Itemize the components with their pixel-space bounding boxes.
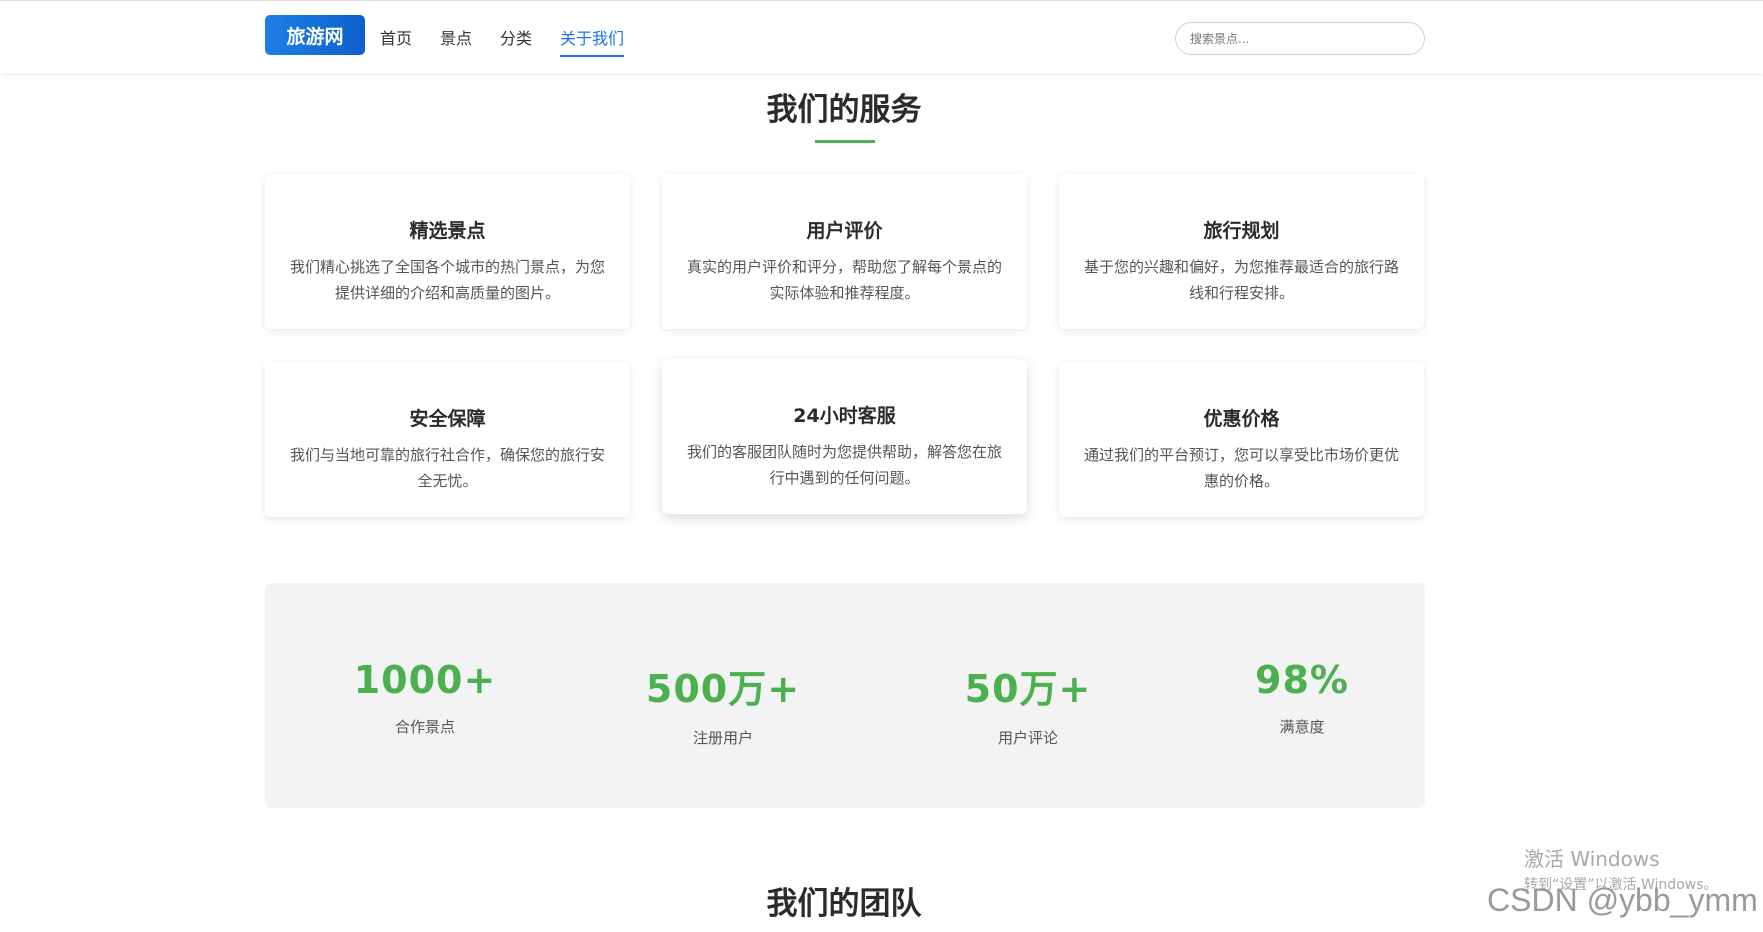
services-title: 我们的服务 xyxy=(766,92,922,128)
service-card: 用户评价 真实的用户评价和评分，帮助您了解每个景点的实际体验和推荐程度。 xyxy=(662,174,1027,329)
service-card-title: 24小时客服 xyxy=(793,405,896,427)
service-card-title: 优惠价格 xyxy=(1203,408,1280,430)
service-card-desc: 通过我们的平台预订，您可以享受比市场价更优惠的价格。 xyxy=(1083,446,1399,490)
nav-item-home[interactable]: 首页 xyxy=(380,25,412,57)
team-title: 我们的团队 xyxy=(766,886,922,922)
stat-label: 用户评论 xyxy=(997,729,1058,747)
service-card: 精选景点 我们精心挑选了全国各个城市的热门景点，为您提供详细的介绍和高质量的图片… xyxy=(265,174,630,329)
stats-panel: 1000+ 合作景点 500万+ 注册用户 50万+ 用户评论 98% 满意度 xyxy=(265,583,1425,808)
service-card-desc: 我们的客服团队随时为您提供帮助，解答您在旅行中遇到的任何问题。 xyxy=(686,443,1002,487)
main-nav: 首页 景点 分类 关于我们 xyxy=(380,25,625,57)
service-card-desc: 我们精心挑选了全国各个城市的热门景点，为您提供详细的介绍和高质量的图片。 xyxy=(289,258,605,302)
nav-item-about[interactable]: 关于我们 xyxy=(560,25,625,57)
service-card-title: 安全保障 xyxy=(409,408,486,430)
stat-item: 1000+ 合作景点 xyxy=(305,658,545,737)
services-grid: 精选景点 我们精心挑选了全国各个城市的热门景点，为您提供详细的介绍和高质量的图片… xyxy=(265,174,1425,517)
stat-label: 合作景点 xyxy=(394,718,455,736)
service-card-desc: 我们与当地可靠的旅行社合作，确保您的旅行安全无忧。 xyxy=(289,446,605,490)
about-page: 旅游网 首页 景点 分类 关于我们 我们的服务 精选景点 我们精心挑选了全国各个… xyxy=(0,0,1763,932)
stat-item: 98% 满意度 xyxy=(1182,658,1422,737)
service-card: 24小时客服 我们的客服团队随时为您提供帮助，解答您在旅行中遇到的任何问题。 xyxy=(662,359,1027,514)
stat-value: 98% xyxy=(1255,658,1349,702)
site-logo[interactable]: 旅游网 xyxy=(265,15,365,55)
nav-item-categories[interactable]: 分类 xyxy=(500,25,532,57)
service-card: 旅行规划 基于您的兴趣和偏好，为您推荐最适合的旅行路线和行程安排。 xyxy=(1059,174,1424,329)
service-card-title: 精选景点 xyxy=(409,220,486,242)
service-card-title: 旅行规划 xyxy=(1203,220,1280,242)
stat-value: 1000+ xyxy=(353,658,497,702)
stat-item: 500万+ 注册用户 xyxy=(603,658,843,748)
title-underline xyxy=(815,140,875,143)
stat-value: 500万+ xyxy=(645,667,801,711)
csdn-watermark: CSDN @ybb_ymm xyxy=(1487,882,1758,918)
stat-label: 注册用户 xyxy=(692,729,753,747)
service-card: 安全保障 我们与当地可靠的旅行社合作，确保您的旅行安全无忧。 xyxy=(265,362,630,517)
site-header: 旅游网 首页 景点 分类 关于我们 xyxy=(0,0,1763,73)
service-card-desc: 真实的用户评价和评分，帮助您了解每个景点的实际体验和推荐程度。 xyxy=(686,258,1002,302)
watermark-line: 激活 Windows xyxy=(1524,847,1660,871)
service-card-title: 用户评价 xyxy=(806,220,883,242)
nav-item-attractions[interactable]: 景点 xyxy=(440,25,472,57)
service-card: 优惠价格 通过我们的平台预订，您可以享受比市场价更优惠的价格。 xyxy=(1059,362,1424,517)
stat-value: 50万+ xyxy=(964,667,1092,711)
search-input[interactable] xyxy=(1175,22,1425,55)
stat-label: 满意度 xyxy=(1279,718,1325,736)
stat-item: 50万+ 用户评论 xyxy=(908,658,1148,748)
service-card-desc: 基于您的兴趣和偏好，为您推荐最适合的旅行路线和行程安排。 xyxy=(1083,258,1399,302)
